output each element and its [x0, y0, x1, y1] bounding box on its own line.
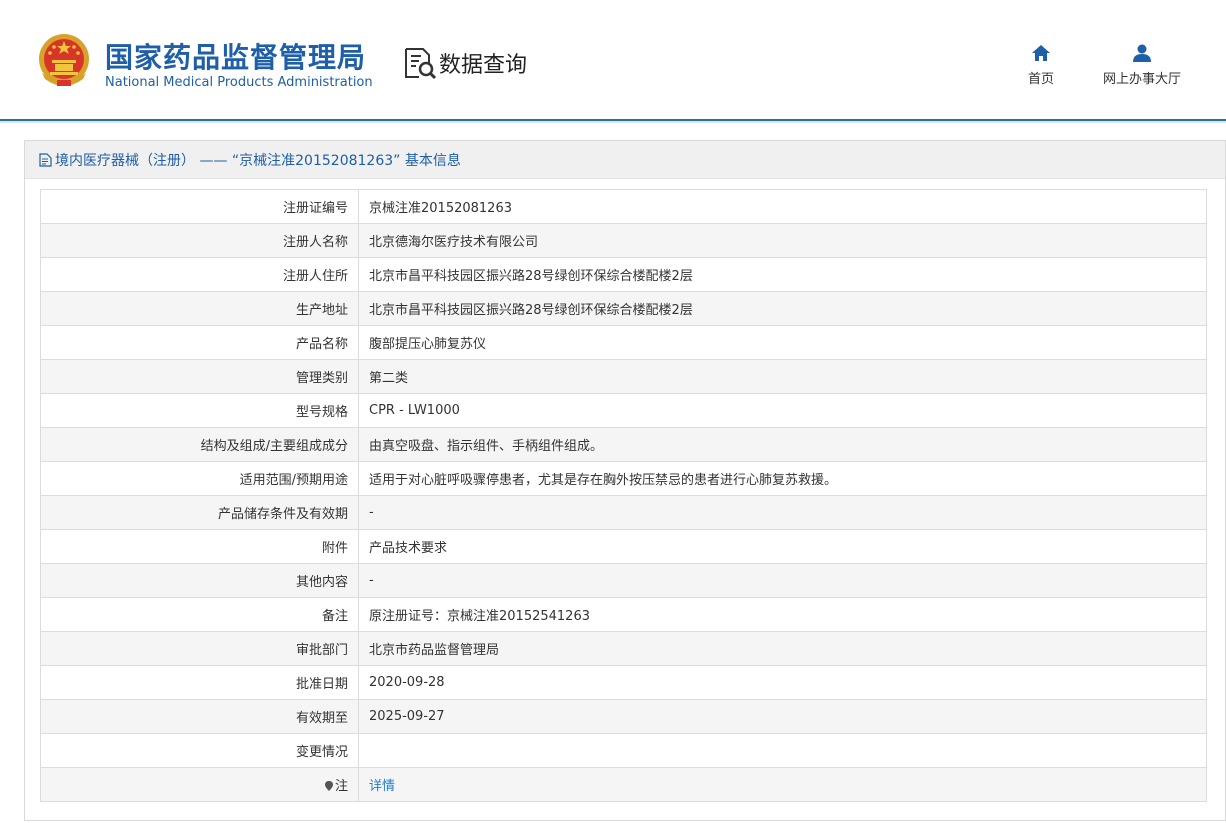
field-label: 产品名称 [40, 325, 359, 360]
table-row: 批准日期 2020-09-28 [40, 665, 1207, 700]
field-value: 北京德海尔医疗技术有限公司 [358, 223, 1207, 258]
field-value: 腹部提压心肺复苏仪 [358, 325, 1207, 360]
field-label: 产品储存条件及有效期 [40, 495, 359, 530]
table-row: 型号规格 CPR - LW1000 [40, 393, 1207, 428]
field-value [358, 733, 1207, 768]
field-label: 适用范围/预期用途 [40, 461, 359, 496]
field-value: 北京市昌平科技园区振兴路28号绿创环保综合楼配楼2层 [358, 291, 1207, 326]
home-icon [1032, 45, 1050, 61]
field-label-note: 注 [40, 767, 359, 802]
field-value: 原注册证号：京械注准20152541263 [358, 597, 1207, 632]
table-row: 备注 原注册证号：京械注准20152541263 [40, 597, 1207, 632]
table-row: 有效期至 2025-09-27 [40, 699, 1207, 734]
nav-home[interactable]: 首页 [1020, 44, 1062, 87]
field-value: 2020-09-28 [358, 665, 1207, 700]
table-row: 结构及组成/主要组成成分 由真空吸盘、指示组件、手柄组件组成。 [40, 427, 1207, 462]
table-row-note: 注 详情 [40, 767, 1207, 802]
field-label: 生产地址 [40, 291, 359, 326]
header-divider-shadow [0, 121, 1226, 123]
info-panel: 境内医疗器械（注册） —— “京械注准20152081263” 基本信息 注册证… [24, 140, 1226, 821]
field-value: 2025-09-27 [358, 699, 1207, 734]
org-name-en: National Medical Products Administration [105, 75, 373, 90]
field-label: 备注 [40, 597, 359, 632]
data-query-title: 数据查询 [403, 46, 527, 80]
table-row: 注册人名称 北京德海尔医疗技术有限公司 [40, 223, 1207, 258]
national-emblem-icon [39, 34, 89, 86]
table-row: 其他内容 - [40, 563, 1207, 598]
document-search-icon [405, 48, 437, 80]
registration-info-table: 注册证编号 京械注准20152081263 注册人名称 北京德海尔医疗技术有限公司 注册… [40, 189, 1207, 802]
field-value: CPR - LW1000 [358, 393, 1207, 428]
field-label: 管理类别 [40, 359, 359, 394]
table-row: 注册人住所 北京市昌平科技园区振兴路28号绿创环保综合楼配楼2层 [40, 257, 1207, 292]
table-row: 变更情况 [40, 733, 1207, 768]
field-label: 有效期至 [40, 699, 359, 734]
field-label: 审批部门 [40, 631, 359, 666]
table-row: 生产地址 北京市昌平科技园区振兴路28号绿创环保综合楼配楼2层 [40, 291, 1207, 326]
pin-icon [324, 781, 333, 791]
table-row: 适用范围/预期用途 适用于对心脏呼吸骤停患者，尤其是存在胸外按压禁忌的患者进行心肺… [40, 461, 1207, 496]
site-header: 国家药品监督管理局 National Medical Products Admi… [0, 0, 1226, 123]
nav-hall-label: 网上办事大厅 [1102, 72, 1181, 87]
field-value: 北京市药品监督管理局 [358, 631, 1207, 666]
field-label: 注册人名称 [40, 223, 359, 258]
field-label: 批准日期 [40, 665, 359, 700]
section-title: 数据查询 [439, 53, 528, 78]
field-label: 变更情况 [40, 733, 359, 768]
table-row: 附件 产品技术要求 [40, 529, 1207, 564]
detail-link[interactable]: 详情 [369, 779, 395, 794]
field-value: 北京市昌平科技园区振兴路28号绿创环保综合楼配楼2层 [358, 257, 1207, 292]
field-value-note: 详情 [358, 767, 1207, 802]
table-row: 产品名称 腹部提压心肺复苏仪 [40, 325, 1207, 360]
panel-header: 境内医疗器械（注册） —— “京械注准20152081263” 基本信息 [25, 141, 1225, 179]
field-value: - [358, 563, 1207, 598]
table-row: 产品储存条件及有效期 - [40, 495, 1207, 530]
field-value: 京械注准20152081263 [358, 189, 1207, 224]
field-value: 适用于对心脏呼吸骤停患者，尤其是存在胸外按压禁忌的患者进行心肺复苏救援。 [358, 461, 1207, 496]
field-value: - [358, 495, 1207, 530]
field-label: 附件 [40, 529, 359, 564]
field-label: 结构及组成/主要组成成分 [40, 427, 359, 462]
document-icon [39, 152, 52, 167]
table-row: 管理类别 第二类 [40, 359, 1207, 394]
info-table-body: 注册证编号 京械注准20152081263 注册人名称 北京德海尔医疗技术有限公司 注册… [40, 189, 1207, 802]
nav-online-service-hall[interactable]: 网上办事大厅 [1096, 44, 1188, 87]
field-value: 由真空吸盘、指示组件、手柄组件组成。 [358, 427, 1207, 462]
field-value: 产品技术要求 [358, 529, 1207, 564]
field-label: 型号规格 [40, 393, 359, 428]
panel-title: 境内医疗器械（注册） —— “京械注准20152081263” 基本信息 [55, 152, 461, 169]
nav-home-label: 首页 [1027, 72, 1054, 87]
field-value: 第二类 [358, 359, 1207, 394]
table-row: 审批部门 北京市药品监督管理局 [40, 631, 1207, 666]
note-label: 注 [334, 779, 348, 794]
table-row: 注册证编号 京械注准20152081263 [40, 189, 1207, 224]
user-icon [1133, 44, 1151, 62]
org-name-cn: 国家药品监督管理局 [105, 41, 367, 74]
field-label: 其他内容 [40, 563, 359, 598]
field-label: 注册证编号 [40, 189, 359, 224]
field-label: 注册人住所 [40, 257, 359, 292]
